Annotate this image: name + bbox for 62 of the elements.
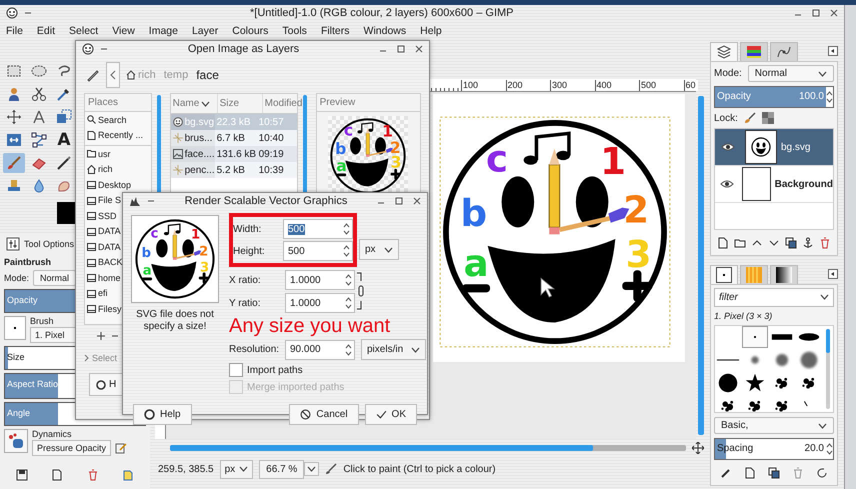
dynamics-label: Dynamics xyxy=(32,429,73,439)
ruler-label: 500 xyxy=(639,80,684,91)
clock-label: 3 xyxy=(200,260,210,276)
file-size: 6.7 kB xyxy=(216,132,246,144)
height-label: Height: xyxy=(233,246,266,256)
slider-label: Angle xyxy=(6,408,30,418)
clock-label: c xyxy=(150,226,158,242)
clock-label: a xyxy=(336,156,348,175)
annotation-text: Any size you want xyxy=(229,316,390,336)
file-size: 5.2 kB xyxy=(216,164,246,176)
clock-label: 1 xyxy=(190,228,200,242)
clock-label: b xyxy=(460,192,488,236)
clock-label: 3 xyxy=(626,232,652,276)
slider-value: 20.0 xyxy=(804,442,825,456)
layer-name: bg.svg xyxy=(781,142,810,152)
layer-name: Background xyxy=(774,178,833,190)
slider-label: Opacity xyxy=(6,295,38,305)
clock-label: a xyxy=(142,264,152,279)
file-name: penc... xyxy=(184,164,215,176)
width-label: Width: xyxy=(233,224,262,234)
clock-label: c xyxy=(344,122,354,140)
file-modified: 10:39 xyxy=(258,164,285,176)
clock-label: b xyxy=(335,140,347,158)
window-title: *[Untitled]-1.0 (RGB colour, 2 layers) 600x600 – GIMP xyxy=(250,7,514,19)
clock-label: 1 xyxy=(382,122,394,140)
file-name: face.... xyxy=(184,148,215,160)
brush-name: 1. Pixel (3 × 3) xyxy=(714,311,774,321)
panel-title: Tool Options xyxy=(24,239,74,249)
dialog-title: Open Image as Layers xyxy=(186,43,300,55)
file-modified: 09:19 xyxy=(258,148,285,160)
clock-label: 1 xyxy=(600,140,626,183)
status-message: Click to paint (Ctrl to pick a colour) xyxy=(343,464,496,474)
mode-label: Mode: xyxy=(4,273,30,283)
clock-label: 2 xyxy=(623,188,650,232)
ruler-label: 200 xyxy=(506,80,550,91)
file-name: bg.svg xyxy=(184,116,214,128)
ruler-label: 60 xyxy=(684,80,698,91)
text-tool-glyph: A xyxy=(57,132,71,148)
file-modified: 10:57 xyxy=(258,116,285,128)
resolution-label: Resolution: xyxy=(229,344,280,355)
pointer-coordinates: 259.5, 385.5 xyxy=(158,464,214,474)
clock-label: a xyxy=(464,242,489,286)
clock-label: 2 xyxy=(199,244,208,260)
clock-label: b xyxy=(142,246,151,261)
x-ratio-label: X ratio: xyxy=(229,274,262,286)
mode-label: Mode: xyxy=(714,68,742,79)
ruler-label: 300 xyxy=(550,80,594,91)
file-size: 131.6 kB xyxy=(216,148,257,160)
file-size: 22.3 kB xyxy=(216,116,252,128)
dialog-title: Render Scalable Vector Graphics xyxy=(184,195,348,207)
slider-label: Aspect Ratio xyxy=(6,379,58,389)
file-name: brus... xyxy=(184,132,212,144)
clock-label: c xyxy=(486,138,508,181)
slider-value: 100.0 xyxy=(798,90,825,104)
y-ratio-label: Y ratio: xyxy=(229,298,262,308)
lock-label: Lock: xyxy=(714,112,738,124)
ruler-label: 400 xyxy=(594,80,639,91)
tool-name: Paintbrush xyxy=(4,257,52,267)
slider-label: Opacity xyxy=(716,90,751,104)
file-modified: 10:40 xyxy=(258,132,285,144)
brush-label: Brush xyxy=(30,316,55,326)
ruler-label: 100 xyxy=(461,80,506,91)
